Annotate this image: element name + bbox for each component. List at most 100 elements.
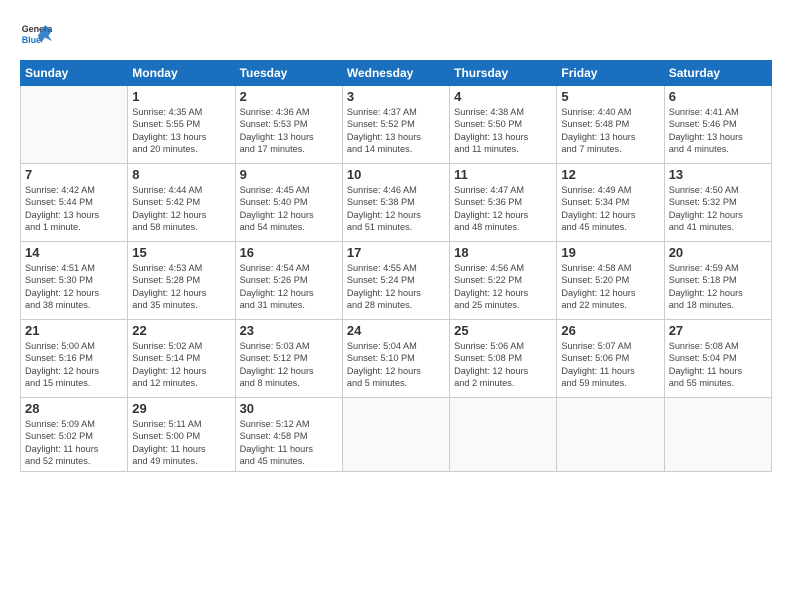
day-info: Sunrise: 4:44 AM Sunset: 5:42 PM Dayligh… [132,184,230,234]
day-info: Sunrise: 4:40 AM Sunset: 5:48 PM Dayligh… [561,106,659,156]
day-number: 9 [240,167,338,182]
day-info: Sunrise: 4:37 AM Sunset: 5:52 PM Dayligh… [347,106,445,156]
calendar-cell: 7 Sunrise: 4:42 AM Sunset: 5:44 PM Daylig… [21,164,128,242]
calendar-cell: 16Sunrise: 4:54 AM Sunset: 5:26 PM Dayli… [235,242,342,320]
day-number: 2 [240,89,338,104]
calendar-cell [664,398,771,472]
week-row-1: 1 Sunrise: 4:35 AM Sunset: 5:55 PM Daylig… [21,86,772,164]
day-number: 18 [454,245,552,260]
day-number: 17 [347,245,445,260]
week-row-2: 7 Sunrise: 4:42 AM Sunset: 5:44 PM Daylig… [21,164,772,242]
day-info: Sunrise: 4:55 AM Sunset: 5:24 PM Dayligh… [347,262,445,312]
calendar-cell: 22Sunrise: 5:02 AM Sunset: 5:14 PM Dayli… [128,320,235,398]
calendar-cell: 4 Sunrise: 4:38 AM Sunset: 5:50 PM Daylig… [450,86,557,164]
day-info: Sunrise: 5:04 AM Sunset: 5:10 PM Dayligh… [347,340,445,390]
calendar-cell: 27 Sunrise: 5:08 AM Sunset: 5:04 PM Dayli… [664,320,771,398]
day-number: 12 [561,167,659,182]
day-number: 10 [347,167,445,182]
day-info: Sunrise: 5:00 AM Sunset: 5:16 PM Dayligh… [25,340,123,390]
calendar-cell: 11 Sunrise: 4:47 AM Sunset: 5:36 PM Dayli… [450,164,557,242]
day-info: Sunrise: 4:38 AM Sunset: 5:50 PM Dayligh… [454,106,552,156]
day-number: 19 [561,245,659,260]
weekday-header-saturday: Saturday [664,61,771,86]
day-number: 23 [240,323,338,338]
logo: General Blue [20,18,52,50]
day-number: 15 [132,245,230,260]
day-number: 25 [454,323,552,338]
calendar-cell: 30 Sunrise: 5:12 AM Sunset: 4:58 PM Dayli… [235,398,342,472]
weekday-header-thursday: Thursday [450,61,557,86]
day-info: Sunrise: 5:09 AM Sunset: 5:02 PM Dayligh… [25,418,123,468]
day-number: 27 [669,323,767,338]
day-info: Sunrise: 5:08 AM Sunset: 5:04 PM Dayligh… [669,340,767,390]
weekday-header-friday: Friday [557,61,664,86]
day-number: 11 [454,167,552,182]
day-number: 20 [669,245,767,260]
calendar-cell [21,86,128,164]
day-info: Sunrise: 5:11 AM Sunset: 5:00 PM Dayligh… [132,418,230,468]
day-info: Sunrise: 4:59 AM Sunset: 5:18 PM Dayligh… [669,262,767,312]
calendar-cell: 6 Sunrise: 4:41 AM Sunset: 5:46 PM Daylig… [664,86,771,164]
calendar-cell: 10 Sunrise: 4:46 AM Sunset: 5:38 PM Dayli… [342,164,449,242]
day-info: Sunrise: 5:07 AM Sunset: 5:06 PM Dayligh… [561,340,659,390]
calendar-cell: 5 Sunrise: 4:40 AM Sunset: 5:48 PM Daylig… [557,86,664,164]
calendar-cell: 28 Sunrise: 5:09 AM Sunset: 5:02 PM Dayli… [21,398,128,472]
day-number: 8 [132,167,230,182]
day-info: Sunrise: 4:54 AM Sunset: 5:26 PM Dayligh… [240,262,338,312]
day-info: Sunrise: 4:58 AM Sunset: 5:20 PM Dayligh… [561,262,659,312]
weekday-header-tuesday: Tuesday [235,61,342,86]
day-info: Sunrise: 4:50 AM Sunset: 5:32 PM Dayligh… [669,184,767,234]
calendar-cell: 18Sunrise: 4:56 AM Sunset: 5:22 PM Dayli… [450,242,557,320]
calendar-cell: 21 Sunrise: 5:00 AM Sunset: 5:16 PM Dayli… [21,320,128,398]
day-number: 5 [561,89,659,104]
weekday-header-sunday: Sunday [21,61,128,86]
calendar-cell: 24 Sunrise: 5:04 AM Sunset: 5:10 PM Dayli… [342,320,449,398]
day-info: Sunrise: 4:35 AM Sunset: 5:55 PM Dayligh… [132,106,230,156]
day-number: 21 [25,323,123,338]
calendar-cell: 14 Sunrise: 4:51 AM Sunset: 5:30 PM Dayli… [21,242,128,320]
header: General Blue [20,18,772,50]
day-info: Sunrise: 4:49 AM Sunset: 5:34 PM Dayligh… [561,184,659,234]
calendar-cell: 2 Sunrise: 4:36 AM Sunset: 5:53 PM Daylig… [235,86,342,164]
calendar-cell: 19 Sunrise: 4:58 AM Sunset: 5:20 PM Dayli… [557,242,664,320]
day-info: Sunrise: 5:02 AM Sunset: 5:14 PM Dayligh… [132,340,230,390]
calendar-cell [557,398,664,472]
day-number: 1 [132,89,230,104]
day-info: Sunrise: 4:41 AM Sunset: 5:46 PM Dayligh… [669,106,767,156]
day-number: 3 [347,89,445,104]
calendar-cell: 23 Sunrise: 5:03 AM Sunset: 5:12 PM Dayli… [235,320,342,398]
weekday-header-monday: Monday [128,61,235,86]
day-info: Sunrise: 4:42 AM Sunset: 5:44 PM Dayligh… [25,184,123,234]
day-info: Sunrise: 4:47 AM Sunset: 5:36 PM Dayligh… [454,184,552,234]
calendar-cell [342,398,449,472]
day-info: Sunrise: 4:36 AM Sunset: 5:53 PM Dayligh… [240,106,338,156]
day-number: 7 [25,167,123,182]
weekday-header-row: SundayMondayTuesdayWednesdayThursdayFrid… [21,61,772,86]
day-number: 26 [561,323,659,338]
calendar-cell: 3 Sunrise: 4:37 AM Sunset: 5:52 PM Daylig… [342,86,449,164]
day-number: 13 [669,167,767,182]
day-number: 30 [240,401,338,416]
day-info: Sunrise: 5:06 AM Sunset: 5:08 PM Dayligh… [454,340,552,390]
calendar-cell: 13 Sunrise: 4:50 AM Sunset: 5:32 PM Dayli… [664,164,771,242]
logo-icon: General Blue [20,18,52,50]
calendar-cell: 29 Sunrise: 5:11 AM Sunset: 5:00 PM Dayli… [128,398,235,472]
calendar-cell [450,398,557,472]
calendar-cell: 17 Sunrise: 4:55 AM Sunset: 5:24 PM Dayli… [342,242,449,320]
day-info: Sunrise: 4:51 AM Sunset: 5:30 PM Dayligh… [25,262,123,312]
calendar-cell: 8 Sunrise: 4:44 AM Sunset: 5:42 PM Daylig… [128,164,235,242]
day-number: 14 [25,245,123,260]
day-info: Sunrise: 4:53 AM Sunset: 5:28 PM Dayligh… [132,262,230,312]
calendar: SundayMondayTuesdayWednesdayThursdayFrid… [20,60,772,472]
day-info: Sunrise: 5:03 AM Sunset: 5:12 PM Dayligh… [240,340,338,390]
day-number: 4 [454,89,552,104]
day-number: 29 [132,401,230,416]
calendar-cell: 25 Sunrise: 5:06 AM Sunset: 5:08 PM Dayli… [450,320,557,398]
day-info: Sunrise: 4:46 AM Sunset: 5:38 PM Dayligh… [347,184,445,234]
week-row-5: 28 Sunrise: 5:09 AM Sunset: 5:02 PM Dayli… [21,398,772,472]
day-number: 28 [25,401,123,416]
day-number: 6 [669,89,767,104]
day-info: Sunrise: 5:12 AM Sunset: 4:58 PM Dayligh… [240,418,338,468]
day-info: Sunrise: 4:45 AM Sunset: 5:40 PM Dayligh… [240,184,338,234]
day-number: 24 [347,323,445,338]
